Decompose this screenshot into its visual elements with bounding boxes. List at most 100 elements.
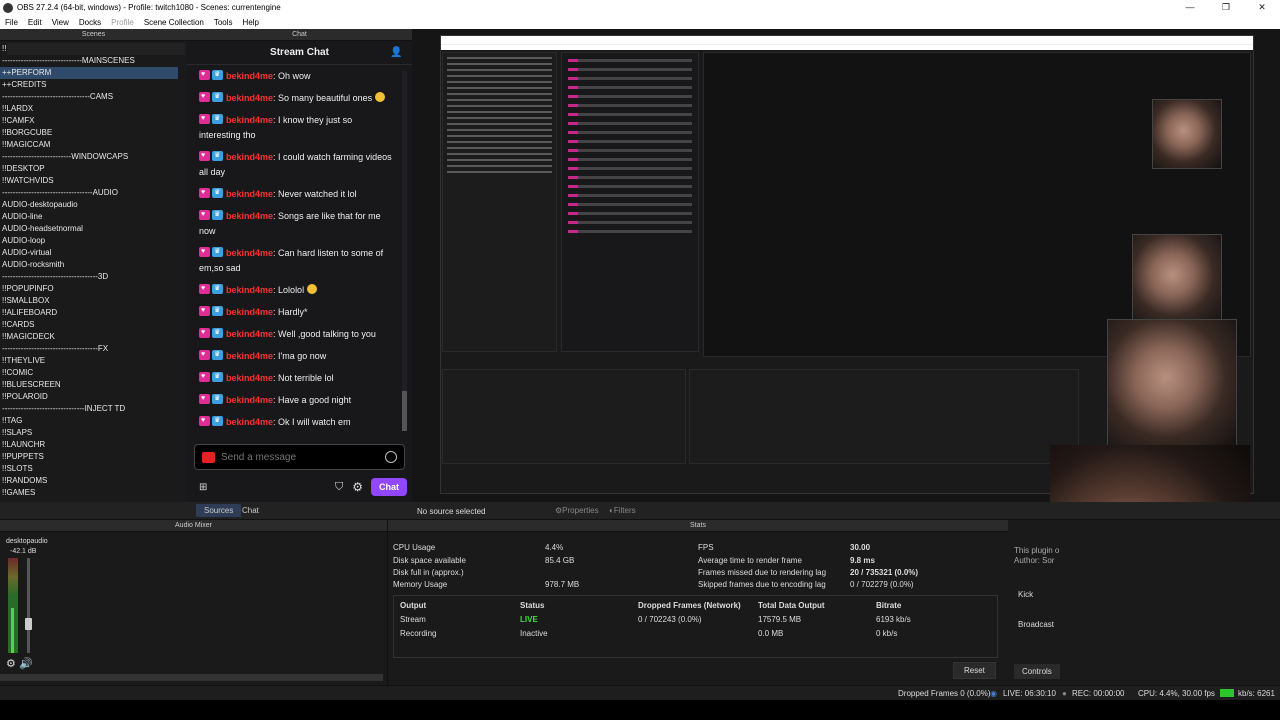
- scene-item[interactable]: !!BLUESCREEN: [0, 379, 178, 391]
- menu-file[interactable]: File: [0, 18, 23, 27]
- chat-message-text: Hardly*: [278, 307, 308, 317]
- scene-item[interactable]: -------------------------------INJECT TD: [0, 403, 178, 415]
- scene-item[interactable]: !!CAMFX: [0, 115, 178, 127]
- scene-item[interactable]: ++CREDITS: [0, 79, 178, 91]
- crown-badge-icon: [212, 369, 223, 384]
- recording-name: Recording: [400, 629, 437, 638]
- menu-docks[interactable]: Docks: [74, 18, 106, 27]
- chat-username[interactable]: bekind4me: [226, 285, 273, 295]
- fader-knob[interactable]: [25, 618, 32, 630]
- chat-username[interactable]: bekind4me: [226, 395, 273, 405]
- scene-item[interactable]: ------------------------------------FX: [0, 343, 178, 355]
- speaker-icon[interactable]: 🔊: [19, 658, 33, 670]
- chat-username[interactable]: bekind4me: [226, 211, 273, 221]
- scene-item[interactable]: !!SMALLBOX: [0, 295, 178, 307]
- scene-item[interactable]: !!MAGICDECK: [0, 331, 178, 343]
- chat-username[interactable]: bekind4me: [226, 417, 273, 427]
- audio-scrollbar[interactable]: [0, 674, 383, 681]
- scene-item[interactable]: AUDIO-rocksmith: [0, 259, 178, 271]
- chat-username[interactable]: bekind4me: [226, 115, 273, 125]
- chat-username[interactable]: bekind4me: [226, 152, 273, 162]
- tab-controls[interactable]: Controls: [1014, 664, 1060, 679]
- scene-list[interactable]: !!!SCENESWITCH--------------------------…: [0, 41, 187, 501]
- scene-item[interactable]: !!LAUNCHR: [0, 439, 178, 451]
- chat-scrollbar[interactable]: [402, 71, 407, 431]
- crown-badge-icon: [212, 148, 223, 163]
- chat-username[interactable]: bekind4me: [226, 351, 273, 361]
- scene-item[interactable]: ----------------------------------AUDIO: [0, 187, 178, 199]
- scene-item[interactable]: !!COMIC: [0, 367, 178, 379]
- chat-message: bekind4me: I could watch farming videos …: [187, 148, 402, 185]
- scene-item[interactable]: !!POPUPINFO: [0, 283, 178, 295]
- scene-item[interactable]: !!SLOTS: [0, 463, 178, 475]
- stream-dropped: 0 / 702243 (0.0%): [638, 615, 702, 624]
- minimize-icon[interactable]: —: [1172, 2, 1208, 13]
- gear-icon[interactable]: ⚙: [352, 480, 363, 494]
- menu-bar: File Edit View Docks Profile Scene Colle…: [0, 15, 1280, 29]
- chat-actions: ⊞ ⛉ ⚙ Chat: [187, 477, 412, 497]
- filters-button[interactable]: ◐Filters: [609, 506, 636, 515]
- scene-item[interactable]: !!ALIFEBOARD: [0, 307, 178, 319]
- scene-item[interactable]: !!CARDS: [0, 319, 178, 331]
- scene-item[interactable]: --------------------------WINDOWCAPS: [0, 151, 178, 163]
- menu-help[interactable]: Help: [238, 18, 264, 27]
- scene-item[interactable]: AUDIO-line: [0, 211, 178, 223]
- col-output: Output: [400, 601, 427, 610]
- chat-send-button[interactable]: Chat: [371, 478, 407, 496]
- scene-scrollbar[interactable]: [7, 43, 185, 55]
- chat-username[interactable]: bekind4me: [226, 307, 273, 317]
- scene-item[interactable]: !!WATCHVIDS: [0, 175, 178, 187]
- scene-item[interactable]: ------------------------------------3D: [0, 271, 178, 283]
- scene-item[interactable]: ------------------------------MAINSCENES: [0, 55, 178, 67]
- scene-item[interactable]: AUDIO-virtual: [0, 247, 178, 259]
- gear-icon[interactable]: ⚙: [6, 658, 16, 670]
- scene-item[interactable]: !!SLAPS: [0, 427, 178, 439]
- gift-icon[interactable]: ⊞: [199, 482, 210, 493]
- chat-username[interactable]: bekind4me: [226, 373, 273, 383]
- obs-logo-icon: [3, 2, 13, 13]
- tab-chat[interactable]: Chat: [234, 504, 267, 517]
- scene-item[interactable]: !!LARDX: [0, 103, 178, 115]
- scene-item[interactable]: AUDIO-desktopaudio: [0, 199, 178, 211]
- menu-profile[interactable]: Profile: [106, 18, 139, 27]
- chat-username[interactable]: bekind4me: [226, 71, 273, 81]
- scene-item[interactable]: !!THEYLIVE: [0, 355, 178, 367]
- chat-username[interactable]: bekind4me: [226, 329, 273, 339]
- scene-item[interactable]: ++PERFORM: [0, 67, 178, 79]
- menu-view[interactable]: View: [47, 18, 74, 27]
- scene-item[interactable]: !!BORGCUBE: [0, 127, 178, 139]
- broadcast-label[interactable]: Broadcast: [1018, 620, 1054, 629]
- chat-username[interactable]: bekind4me: [226, 248, 273, 258]
- chat-username[interactable]: bekind4me: [226, 189, 273, 199]
- properties-button[interactable]: ⚙Properties: [555, 506, 599, 515]
- users-icon[interactable]: 👤: [390, 47, 402, 59]
- skipped-label: Skipped frames due to encoding lag: [698, 580, 826, 589]
- chat-username[interactable]: bekind4me: [226, 93, 273, 103]
- volume-fader[interactable]: [25, 558, 32, 653]
- scene-item[interactable]: !!POLAROID: [0, 391, 178, 403]
- scene-item[interactable]: !!RANDOMS: [0, 475, 178, 487]
- menu-tools[interactable]: Tools: [209, 18, 238, 27]
- kick-label[interactable]: Kick: [1018, 590, 1033, 599]
- scene-item[interactable]: !!MAGICCAM: [0, 139, 178, 151]
- chat-input-box[interactable]: [194, 444, 405, 470]
- scene-item[interactable]: !!DESKTOP: [0, 163, 178, 175]
- reset-button[interactable]: Reset: [953, 662, 996, 679]
- close-icon[interactable]: ✕: [1244, 2, 1280, 13]
- scene-item[interactable]: AUDIO-loop: [0, 235, 178, 247]
- menu-scene-collection[interactable]: Scene Collection: [139, 18, 209, 27]
- audio-controls: ⚙ 🔊: [6, 657, 33, 670]
- scene-item[interactable]: !!TAG: [0, 415, 178, 427]
- scene-item[interactable]: !!GAMES: [0, 487, 178, 499]
- scene-item[interactable]: AUDIO-headsetnormal: [0, 223, 178, 235]
- shield-icon[interactable]: ⛉: [335, 481, 343, 494]
- chat-input[interactable]: [221, 451, 385, 463]
- menu-edit[interactable]: Edit: [23, 18, 47, 27]
- scene-item[interactable]: !!PUPPETS: [0, 451, 178, 463]
- preview-canvas[interactable]: [412, 29, 1280, 502]
- stream-icon: [202, 451, 215, 463]
- maximize-icon[interactable]: ❐: [1208, 2, 1244, 13]
- subscriber-badge-icon: [199, 281, 210, 296]
- scene-item[interactable]: ---------------------------------CAMS: [0, 91, 178, 103]
- emote-picker-icon[interactable]: [385, 451, 397, 463]
